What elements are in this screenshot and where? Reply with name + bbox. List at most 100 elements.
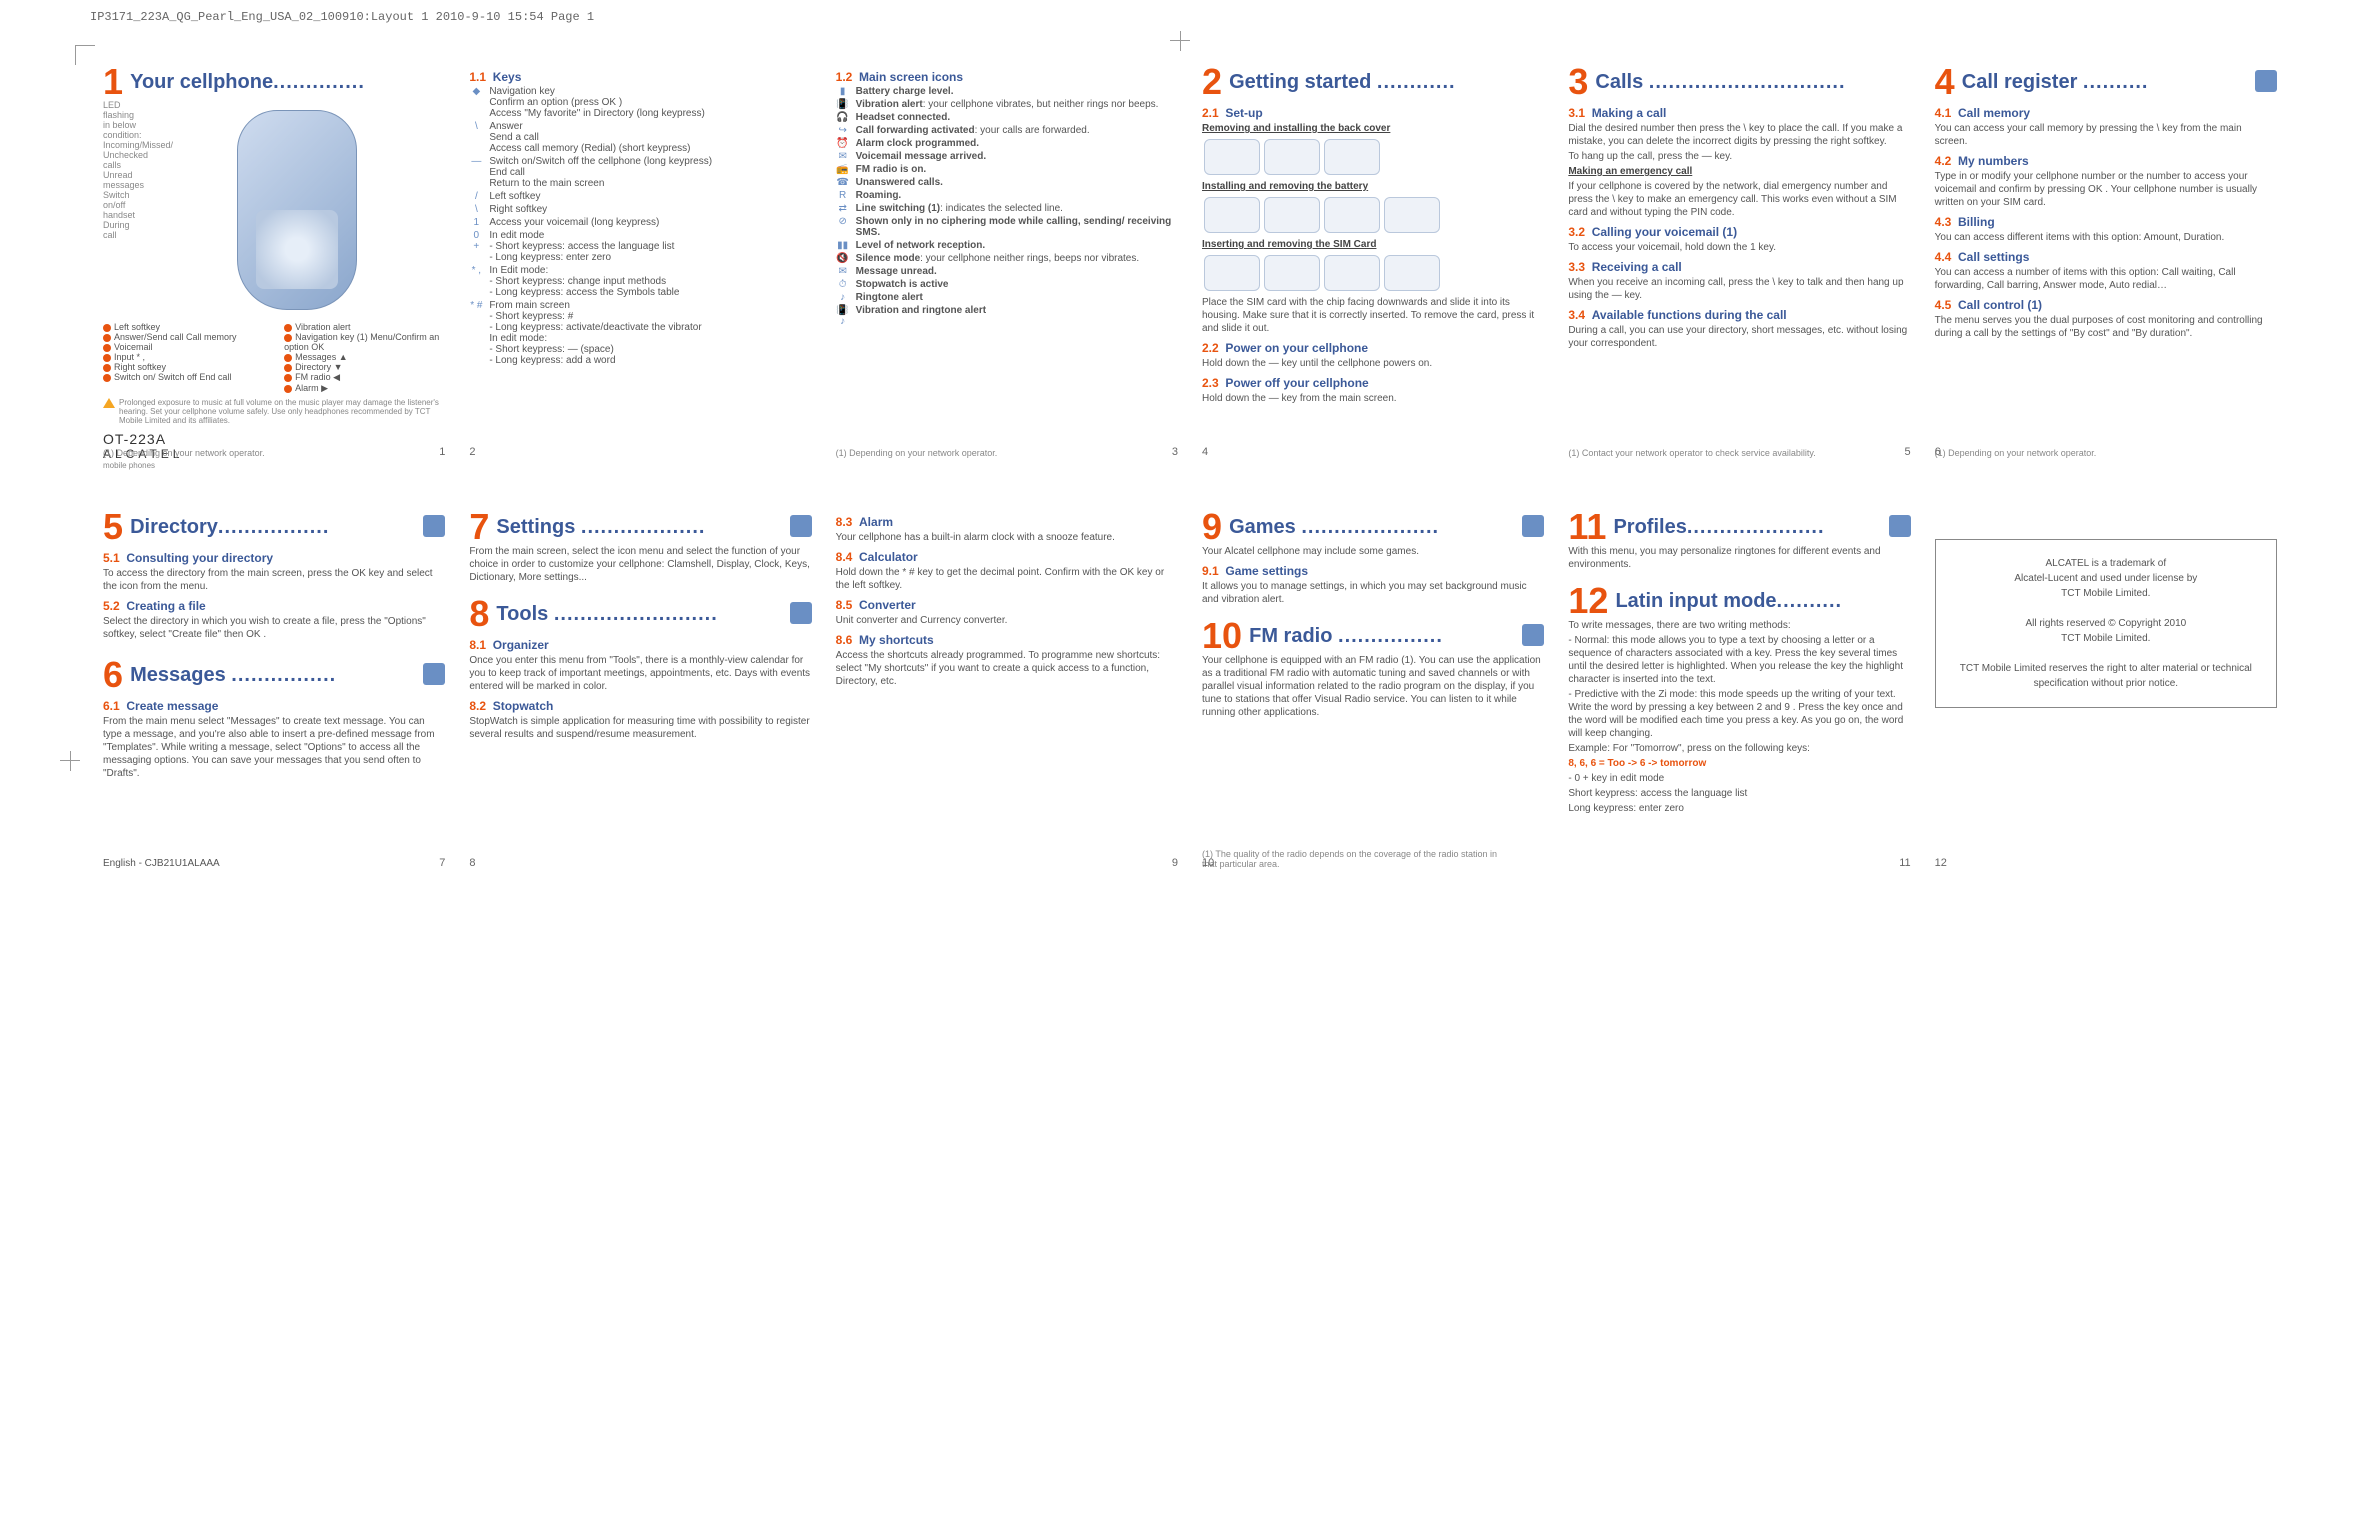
phone-legend-left: Left softkey Answer/Send call Call memor…: [103, 322, 264, 394]
status-icon: ✉: [836, 266, 850, 277]
key-desc: In edit mode- Short keypress: access the…: [489, 230, 811, 263]
key-row: ◆ Navigation keyConfirm an option (press …: [469, 86, 811, 119]
phone-legend-right: Vibration alert Navigation key (1) Menu/…: [284, 322, 445, 394]
body-text: You can access a number of items with th…: [1935, 266, 2277, 292]
body-text: Short keypress: access the language list: [1568, 787, 1910, 800]
body-text: To write messages, there are two writing…: [1568, 619, 1910, 632]
model-number: OT-223A: [103, 431, 445, 447]
key-icon: ◆: [469, 86, 483, 97]
panel-3: 1.2 Main screen icons ▮Battery charge le…: [828, 60, 1186, 474]
key-desc: Navigation keyConfirm an option (press O…: [489, 86, 811, 119]
icon-row: ▮▮Level of network reception.: [836, 240, 1178, 251]
crop-mark-icon: [60, 750, 80, 770]
body-text: During a call, you can use your director…: [1568, 324, 1910, 350]
footnote: (1) The quality of the radio depends on …: [1202, 849, 1502, 869]
icon-row: 🔇Silence mode: your cellphone neither ri…: [836, 253, 1178, 264]
body-text: Type in or modify your cellphone number …: [1935, 170, 2277, 209]
icon-row: 🎧Headset connected.: [836, 112, 1178, 123]
body-text: Select the directory in which you wish t…: [103, 615, 445, 641]
section-number: 1: [103, 64, 123, 100]
key-row: —Switch on/Switch off the cellphone (lon…: [469, 156, 811, 189]
body-text: 8, 6, 6 = Too -> 6 -> tomorrow: [1568, 757, 1910, 770]
step-heading: Installing and removing the battery: [1202, 180, 1544, 193]
status-icon: 📻: [836, 164, 850, 175]
status-icon: ✉: [836, 151, 850, 162]
icon-desc: FM radio is on.: [856, 164, 1178, 175]
status-icon: 🔇: [836, 253, 850, 264]
body-text: With this menu, you may personalize ring…: [1568, 545, 1910, 571]
icon-desc: Ringtone alert: [856, 292, 1178, 303]
panel-7: 5 Directory................. 5.1 Consult…: [95, 505, 453, 885]
page-number: 1: [439, 446, 445, 458]
icon-desc: Battery charge level.: [856, 86, 1178, 97]
body-text: Hold down the — key from the main screen…: [1202, 392, 1544, 405]
panel-8: 7 Settings ................... From the …: [461, 505, 819, 885]
body-text: Unit converter and Currency converter.: [836, 614, 1178, 627]
icon-desc: Line switching (1): indicates the select…: [856, 203, 1178, 214]
warning-note: Prolonged exposure to music at full volu…: [103, 398, 445, 425]
icon-desc: Shown only in no ciphering mode while ca…: [856, 216, 1178, 238]
section-number: 11: [1568, 509, 1606, 545]
key-row: * ,In Edit mode:- Short keypress: change…: [469, 265, 811, 298]
key-row: /Left softkey: [469, 191, 811, 202]
icon-row: ⏱Stopwatch is active: [836, 279, 1178, 290]
status-icon: ⊘: [836, 216, 850, 227]
key-desc: Access your voicemail (long keypress): [489, 217, 811, 228]
illustration-row: [1202, 137, 1544, 180]
body-text: - Predictive with the Zi mode: this mode…: [1568, 688, 1910, 740]
section-title: Games .....................: [1229, 516, 1439, 539]
panel-4: 2 Getting started ............ 2.1 Set-u…: [1194, 60, 1552, 474]
section-icon: [1522, 624, 1544, 646]
key-icon: 0 +: [469, 230, 483, 252]
section-icon: [1522, 515, 1544, 537]
section-icon: [790, 602, 812, 624]
language-code: English - CJB21U1ALAAA: [103, 858, 220, 869]
illustration-row: [1202, 195, 1544, 238]
icon-row: ✉Message unread.: [836, 266, 1178, 277]
icon-desc: Vibration alert: your cellphone vibrates…: [856, 99, 1178, 110]
led-annotation: LED flashing in below condition: Incomin…: [103, 100, 143, 240]
body-text: When you receive an incoming call, press…: [1568, 276, 1910, 302]
body-text: Hold down the * # key to get the decimal…: [836, 566, 1178, 592]
brand-tagline: mobile phones: [103, 461, 445, 470]
section-title: Directory.................: [130, 516, 329, 539]
icon-row: ✉ Voicemail message arrived.: [836, 151, 1178, 162]
body-text: Your cellphone is equipped with an FM ra…: [1202, 654, 1544, 719]
panel-10: 9 Games ..................... Your Alcat…: [1194, 505, 1552, 885]
section-number: 7: [469, 509, 489, 545]
body-text: - 0 + key in edit mode: [1568, 772, 1910, 785]
page-number: 8: [469, 857, 475, 869]
status-icon: ↪: [836, 125, 850, 136]
key-desc: AnswerSend a callAccess call memory (Red…: [489, 121, 811, 154]
icon-desc: Stopwatch is active: [856, 279, 1178, 290]
sub-heading: Making an emergency call: [1568, 165, 1910, 178]
icon-row: ⇄ Line switching (1): indicates the selec…: [836, 203, 1178, 214]
icon-desc: Voicemail message arrived.: [856, 151, 1178, 162]
key-icon: /: [469, 191, 483, 202]
status-icon: ♪: [836, 292, 850, 303]
section-number: 5: [103, 509, 123, 545]
footnote: (1) Depending on your network operator.: [836, 448, 998, 458]
body-text: From the main menu select "Messages" to …: [103, 715, 445, 780]
section-icon: [2255, 70, 2277, 92]
section-title: Tools .........................: [496, 603, 717, 626]
status-icon: ⇄: [836, 203, 850, 214]
body-text: To access the directory from the main sc…: [103, 567, 445, 593]
key-icon: * #: [469, 300, 483, 311]
icon-desc: Vibration and ringtone alert: [856, 305, 1178, 316]
doc-header-strip: IP3171_223A_QG_Pearl_Eng_USA_02_100910:L…: [90, 10, 594, 24]
body-text: You can access your call memory by press…: [1935, 122, 2277, 148]
icon-row: ⊘ Shown only in no ciphering mode while c…: [836, 216, 1178, 238]
key-row: \AnswerSend a callAccess call memory (Re…: [469, 121, 811, 154]
page-number: 4: [1202, 446, 1208, 458]
icon-row: ⏰Alarm clock programmed.: [836, 138, 1178, 149]
icon-row: 📳♪Vibration and ringtone alert: [836, 305, 1178, 327]
section-title: Latin input mode..........: [1615, 590, 1842, 613]
body-text: From the main screen, select the icon me…: [469, 545, 811, 584]
body-text: To access your voicemail, hold down the …: [1568, 241, 1910, 254]
icon-row: 📳Vibration alert: your cellphone vibrate…: [836, 99, 1178, 110]
panel-11: 11 Profiles..................... With th…: [1560, 505, 1918, 885]
key-desc: From main screen- Short keypress: #- Lon…: [489, 300, 811, 366]
icon-row: ☎Unanswered calls.: [836, 177, 1178, 188]
status-icon: R: [836, 190, 850, 201]
